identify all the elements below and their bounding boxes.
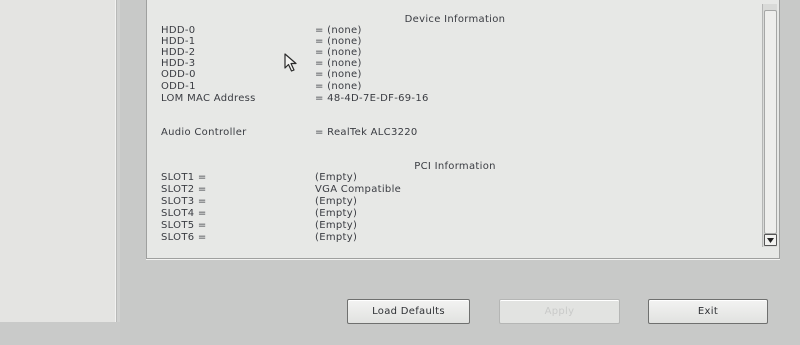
mouse-pointer-icon: [284, 53, 297, 72]
slot5-label: SLOT5 =: [161, 220, 207, 231]
lom-mac-address-value: = 48-4D-7E-DF-69-16: [315, 93, 429, 104]
odd1-value: = (none): [315, 81, 362, 92]
nav-pane-frame: [0, 322, 120, 345]
pci-information-heading: PCI Information: [414, 161, 496, 172]
hdd0-value: = (none): [315, 25, 362, 36]
hdd1-label: HDD-1: [161, 36, 196, 47]
odd0-label: ODD-0: [161, 69, 196, 80]
hdd2-label: HDD-2: [161, 47, 196, 58]
odd1-label: ODD-1: [161, 81, 196, 92]
slot3-value: (Empty): [315, 196, 358, 207]
apply-button[interactable]: Apply: [499, 299, 620, 324]
settings-navigation-pane[interactable]: [0, 0, 117, 322]
slot1-label: SLOT1 =: [161, 172, 207, 183]
odd0-value: = (none): [315, 69, 362, 80]
bios-setup-screen: Device Information HDD-0 = (none) HDD-1 …: [0, 0, 800, 345]
hdd3-label: HDD-3: [161, 58, 196, 69]
vertical-scrollbar[interactable]: [762, 4, 777, 247]
load-defaults-button[interactable]: Load Defaults: [347, 299, 470, 324]
slot4-label: SLOT4 =: [161, 208, 207, 219]
slot6-value: (Empty): [315, 232, 358, 243]
slot6-label: SLOT6 =: [161, 232, 207, 243]
hdd1-value: = (none): [315, 36, 362, 47]
slot4-value: (Empty): [315, 208, 358, 219]
system-information-panel: Device Information HDD-0 = (none) HDD-1 …: [146, 0, 780, 259]
lom-mac-address-label: LOM MAC Address: [161, 93, 256, 104]
slot2-label: SLOT2 =: [161, 184, 207, 195]
audio-controller-value: = RealTek ALC3220: [315, 127, 418, 138]
slot2-value: VGA Compatible: [315, 184, 402, 195]
hdd3-value: = (none): [315, 58, 362, 69]
device-information-heading: Device Information: [404, 14, 506, 25]
information-list: Device Information HDD-0 = (none) HDD-1 …: [155, 12, 755, 252]
exit-button[interactable]: Exit: [648, 299, 768, 324]
audio-controller-label: Audio Controller: [161, 127, 247, 138]
slot3-label: SLOT3 =: [161, 196, 207, 207]
scrollbar-thumb[interactable]: [764, 10, 777, 234]
slot1-value: (Empty): [315, 172, 358, 183]
slot5-value: (Empty): [315, 220, 358, 231]
hdd0-label: HDD-0: [161, 25, 196, 36]
chevron-down-icon: [767, 237, 774, 243]
scroll-down-button[interactable]: [764, 234, 777, 246]
hdd2-value: = (none): [315, 47, 362, 58]
